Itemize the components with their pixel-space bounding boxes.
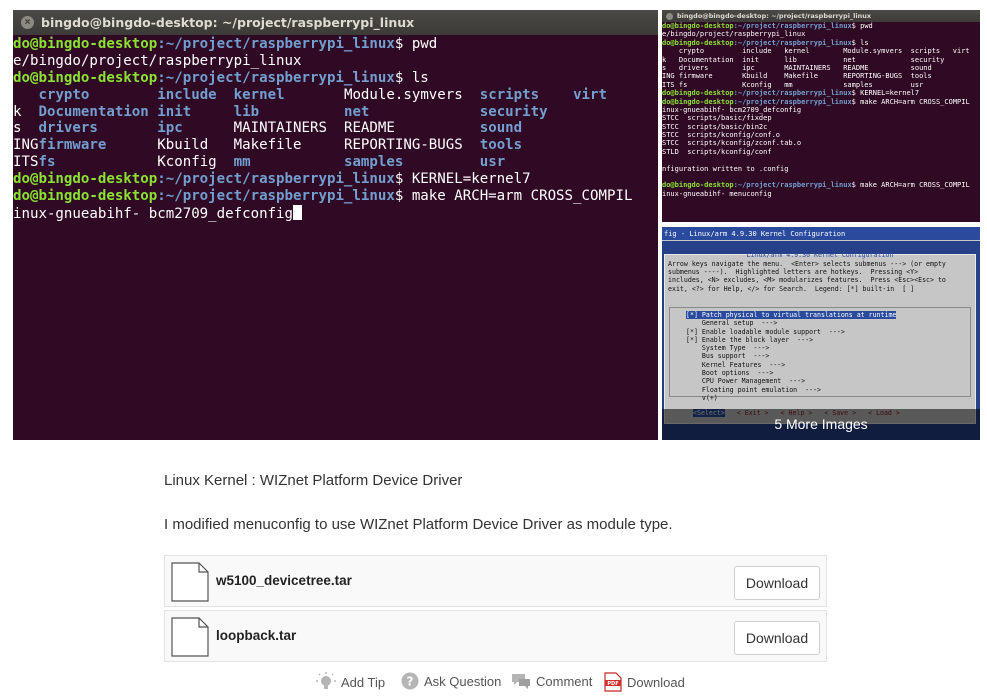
thumbnail-terminal[interactable]: bingdo@bingdo-desktop: ~/project/raspber… [662, 10, 980, 222]
file-icon [171, 562, 209, 602]
file-attachment: w5100_devicetree.tar Download [164, 555, 827, 607]
description-text: I modified menuconfig to use WIZnet Plat… [164, 516, 673, 533]
thumb-terminal-line: STCC scripts/kconfig/conf.o [662, 131, 781, 140]
svg-text:PDF: PDF [607, 681, 618, 687]
thumb-terminal-line: STCC scripts/kconfig/zconf.tab.o [662, 139, 802, 148]
menuconfig-item: [*] Enable the block layer ---> [686, 335, 814, 344]
file-name: w5100_devicetree.tar [216, 573, 352, 588]
ask-question-label: Ask Question [424, 673, 502, 689]
terminal-title: bingdo@bingdo-desktop: ~/project/raspber… [41, 15, 415, 30]
terminal-line: k Documentation init lib net security [13, 103, 574, 120]
add-tip-action[interactable]: Add Tip [316, 672, 385, 692]
thumb-terminal-line: nfiguration written to .config [662, 164, 789, 173]
thumb-terminal-line: do@bingdo-desktop:~/project/raspberrypi_… [662, 22, 873, 30]
menuconfig-title: Linux/arm 4.9.30 Kernel Configuration [746, 251, 894, 259]
menuconfig-item: Bus support ---> [686, 352, 770, 361]
comment-icon [512, 674, 530, 689]
thumb-terminal-line: ITS fs Kconfig mm samples usr [662, 80, 924, 89]
comment-action[interactable]: Comment [511, 672, 592, 690]
terminal-line: do@bingdo-desktop:~/project/raspberrypi_… [13, 188, 633, 205]
menuconfig-help: Arrow keys navigate the menu. <Enter> se… [668, 260, 946, 293]
thumb-terminal-line [662, 173, 980, 181]
menuconfig-dialog: Linux/arm 4.9.30 Kernel Configuration Ar… [664, 251, 976, 424]
close-icon: × [21, 16, 34, 29]
menuconfig-item: [*] Enable loadable module support ---> [686, 327, 845, 336]
thumbnail-menuconfig[interactable]: fig - Linux/arm 4.9.30 Kernel Configurat… [662, 227, 980, 440]
thumb-terminal-line: do@bingdo-desktop:~/project/raspberrypi_… [662, 181, 970, 190]
more-images-overlay[interactable]: 5 More Images [662, 409, 980, 440]
cursor [293, 204, 303, 220]
terminal-titlebar: × bingdo@bingdo-desktop: ~/project/raspb… [13, 10, 658, 35]
thumb-terminal-line: ING firmware Kbuild Makefile REPORTING-B… [662, 72, 932, 81]
download-button[interactable]: Download [734, 621, 820, 655]
terminal-line: ITSfs Kconfig mm samples usr [13, 154, 574, 171]
thumb-terminal-line: STCC scripts/basic/fixdep [662, 114, 772, 123]
terminal-line: do@bingdo-desktop:~/project/raspberrypi_… [13, 69, 429, 86]
thumb-terminal-line: STLD scripts/kconfig/conf [662, 147, 772, 156]
terminal-line: INGfirmware Kbuild Makefile REPORTING-BU… [13, 137, 574, 154]
comment-label: Comment [536, 673, 593, 689]
terminal-line: do@bingdo-desktop:~/project/raspberrypi_… [13, 171, 531, 188]
terminal-line: crypto include kernel Module.symvers scr… [38, 86, 608, 103]
terminal-line: e/bingdo/project/raspberrypi_linux [13, 52, 302, 69]
thumb-title: bingdo@bingdo-desktop: ~/project/raspber… [677, 12, 872, 20]
thumb-terminal-line: e/bingdo/project/raspberrypi_linux [662, 30, 806, 39]
download-button[interactable]: Download [734, 566, 820, 600]
menuconfig-item: Kernel Features ---> [686, 360, 786, 369]
main-screenshot[interactable]: × bingdo@bingdo-desktop: ~/project/raspb… [13, 10, 658, 440]
action-bar: Add Tip ? Ask Question Comment PDF Downl… [0, 672, 987, 694]
thumb-terminal-line: do@bingdo-desktop:~/project/raspberrypi_… [662, 89, 920, 98]
file-attachment: loopback.tar Download [164, 610, 827, 662]
download-pdf-action[interactable]: PDF Download [604, 672, 685, 692]
thumb-terminal-line: crypto include kernel Module.symvers scr… [662, 47, 970, 56]
menuconfig-list: [*] Patch physical to virtual translatio… [669, 307, 971, 402]
menuconfig-item: System Type ---> [686, 344, 770, 353]
menuconfig-item: v(+) [686, 393, 718, 402]
thumb-terminal-line: inux-gnueabihf- bcm2709_defconfig [662, 105, 802, 114]
menuconfig-item: Floating point emulation ---> [686, 385, 821, 394]
terminal-output: do@bingdo-desktop:~/project/raspberrypi_… [13, 35, 658, 222]
file-name: loopback.tar [216, 628, 297, 643]
thumb-terminal-line: do@bingdo-desktop:~/project/raspberrypi_… [662, 38, 869, 47]
pdf-icon: PDF [604, 672, 622, 692]
menuconfig-item: General setup ---> [686, 319, 778, 328]
file-icon [171, 617, 209, 657]
question-icon: ? [401, 672, 419, 690]
menuconfig-header: fig - Linux/arm 4.9.30 Kernel Configurat… [662, 227, 980, 241]
close-icon [666, 12, 673, 20]
thumb-terminal-line: do@bingdo-desktop:~/project/raspberrypi_… [662, 97, 970, 106]
menuconfig-item: Boot options ---> [686, 369, 774, 378]
thumb-terminal-line: s drivers ipc MAINTAINERS README sound [662, 63, 932, 72]
lightbulb-icon [316, 672, 336, 689]
menuconfig-item: [*] Patch physical to virtual translatio… [686, 311, 897, 319]
terminal-line: inux-gnueabihf- bcm2709_defconfig [13, 204, 658, 222]
image-caption: Linux Kernel : WIZnet Platform Device Dr… [164, 472, 463, 489]
terminal-line: s drivers ipc MAINTAINERS README sound [13, 120, 574, 137]
add-tip-label: Add Tip [341, 674, 386, 690]
menuconfig-item: CPU Power Management ---> [686, 377, 806, 386]
thumb-terminal-output: do@bingdo-desktop:~/project/raspberrypi_… [662, 22, 980, 198]
thumb-terminal-line: STCC scripts/basic/bin2c [662, 122, 768, 131]
thumb-terminal-line: k Documentation init lib net security [662, 55, 945, 64]
thumb-terminal-line [662, 156, 980, 164]
svg-text:?: ? [407, 675, 414, 689]
thumb-titlebar: bingdo@bingdo-desktop: ~/project/raspber… [662, 10, 980, 22]
ask-question-action[interactable]: ? Ask Question [401, 672, 501, 690]
thumb-terminal-line: inux-gnueabihf- menuconfig [662, 189, 772, 198]
download-label: Download [627, 674, 685, 690]
terminal-line: do@bingdo-desktop:~/project/raspberrypi_… [13, 36, 438, 52]
